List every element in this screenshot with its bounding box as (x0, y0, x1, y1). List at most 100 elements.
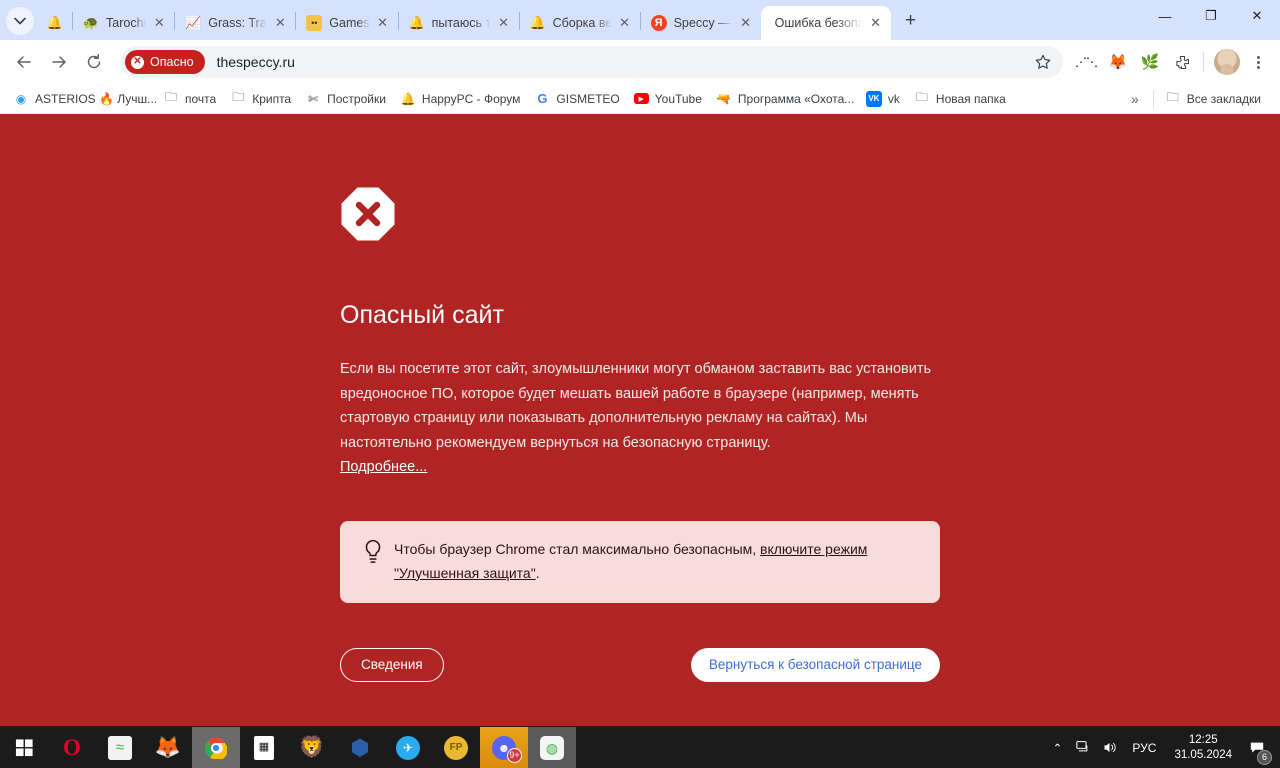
maximize-button[interactable]: ❐ (1188, 0, 1234, 32)
forward-button[interactable] (43, 46, 75, 78)
green-app-icon[interactable]: ◍ (528, 726, 576, 768)
details-button[interactable]: Сведения (340, 647, 444, 682)
bookmark-novaya-papka[interactable]: 🗀 Новая папка (907, 87, 1013, 111)
monitor-network-icon (1076, 741, 1088, 752)
bookmark-postroyki[interactable]: ✄ Постройки (298, 87, 393, 111)
tab-strip: 🔔 🐢 Tarochi ✕ 📈 Grass: Track Y ✕ •• Game… (0, 0, 1280, 40)
firefox-icon[interactable]: 🦊 (144, 727, 192, 768)
tab-games[interactable]: •• Games ✕ (296, 6, 397, 40)
bookmark-programma-ohota[interactable]: 🔫 Программа «Охота... (709, 87, 859, 111)
bookmark-asterios[interactable]: ◉ ASTERIOS 🔥 Лучш... (6, 87, 156, 111)
avatar[interactable] (1214, 49, 1240, 75)
toolbar-divider (1203, 52, 1204, 72)
extension-dots-icon[interactable]: ⋰⋱ (1071, 47, 1101, 77)
bookmark-star-button[interactable] (1027, 46, 1059, 78)
arrow-right-icon (52, 56, 66, 68)
minimize-button[interactable]: — (1142, 0, 1188, 32)
security-interstitial: Опасный сайт Если вы посетите этот сайт,… (340, 186, 940, 682)
page-body-text: Если вы посетите этот сайт, злоумышленни… (340, 361, 932, 451)
brave-icon[interactable]: 🦁 (288, 727, 336, 768)
address-bar[interactable]: ✕ Опасно thespeccy.ru (121, 46, 1063, 78)
tip-text: Чтобы браузер Chrome стал максимально бе… (394, 537, 922, 585)
chevron-down-icon (14, 17, 26, 25)
tip-text-after: . (535, 564, 540, 581)
tab-oshibka-bezopasnosti[interactable]: Ошибка безопас ✕ (760, 6, 891, 40)
bookmark-kripta[interactable]: 🗀 Крипта (223, 87, 298, 111)
tab-tarochi[interactable]: 🐢 Tarochi ✕ (73, 6, 174, 40)
tab-grass-track[interactable]: 📈 Grass: Track Y ✕ (175, 6, 295, 40)
telegram-icon[interactable]: ✈ (384, 727, 432, 768)
notification-center-button[interactable]: 6 (1240, 727, 1274, 768)
browser-menu-button[interactable] (1244, 47, 1272, 77)
metamask-icon[interactable]: 🦊 (1103, 47, 1133, 77)
interstitial-buttons: Сведения Вернуться к безопасной странице (340, 647, 940, 682)
stop-octagon-x-icon (341, 187, 395, 241)
bookmark-pochta[interactable]: 🗀 почта (156, 87, 223, 111)
close-window-button[interactable]: ✕ (1234, 0, 1280, 32)
tab-close-button[interactable]: ✕ (374, 14, 392, 32)
url-text: thespeccy.ru (216, 54, 295, 70)
opera-icon[interactable]: O (48, 727, 96, 768)
green-chart-icon: 📈 (185, 15, 202, 31)
security-badge-label: Опасно (150, 55, 194, 69)
back-button[interactable] (8, 46, 40, 78)
yellow-face-icon: •• (306, 15, 323, 31)
system-tray: ⌃ РУС 12:25 31.05.2024 6 (1044, 727, 1280, 768)
folder-icon: 🗀 (232, 90, 245, 104)
tab-close-button[interactable]: ✕ (867, 14, 885, 32)
tab-search-button[interactable] (6, 7, 34, 35)
bookmark-vk[interactable]: VK vk (859, 87, 907, 111)
tab-sborka-veka[interactable]: 🔔 Сборка века ✕ (520, 6, 640, 40)
reload-icon (87, 53, 101, 69)
new-tab-button[interactable]: + (897, 7, 925, 35)
blue-bell-icon: 🔔 (46, 15, 64, 31)
kebab-dot (1256, 65, 1260, 69)
chevron-up-icon[interactable]: ⌃ (1044, 727, 1070, 768)
close-circle-icon: ✕ (131, 55, 144, 69)
clock-time: 12:25 (1188, 733, 1218, 746)
vk-icon: VK (865, 90, 882, 107)
kebab-dot (1256, 55, 1260, 59)
bookmarks-bar: ◉ ASTERIOS 🔥 Лучш... 🗀 почта 🗀 Крипта ✄ … (0, 84, 1280, 114)
puzzle-extension-icon[interactable] (1167, 47, 1197, 77)
tab-speccy[interactable]: Я Speccy — Ян ✕ (641, 6, 761, 40)
folder-icon: 🗀 (164, 90, 177, 104)
tab-pytayus[interactable]: 🔔 пытаюсь тем ✕ (399, 6, 519, 40)
bookmark-youtube[interactable]: ▶ YouTube (627, 87, 709, 111)
bookmark-gismeteo[interactable]: G GISMETEO (527, 87, 626, 111)
folder-icon: 🗀 (1166, 90, 1179, 104)
cube-app-icon[interactable]: ⬢ (336, 727, 384, 768)
network-icon[interactable] (1070, 727, 1096, 768)
bookmark-happypc[interactable]: 🔔 HappyPC - Форум (393, 87, 527, 111)
tab-close-button[interactable]: ✕ (616, 14, 634, 32)
language-indicator[interactable]: РУС (1122, 741, 1166, 755)
discord-icon[interactable]: ☻ 9+ (480, 726, 528, 768)
clock[interactable]: 12:25 31.05.2024 (1166, 733, 1240, 763)
green-extension-icon[interactable]: 🌿 (1135, 47, 1165, 77)
tab-close-button[interactable]: ✕ (737, 14, 755, 32)
all-bookmarks-button[interactable]: 🗀 Все закладки (1158, 87, 1268, 111)
page-content: Опасный сайт Если вы посетите этот сайт,… (0, 114, 1280, 726)
calculator-icon[interactable]: ▦ (240, 727, 288, 768)
tab-close-button[interactable]: ✕ (495, 14, 513, 32)
pinned-tab[interactable]: 🔔 (38, 6, 72, 40)
enhanced-protection-tip: Чтобы браузер Chrome стал максимально бе… (340, 520, 940, 603)
wifi-app-icon[interactable]: ≈ (96, 727, 144, 768)
start-button[interactable] (0, 727, 48, 768)
details-link[interactable]: Подробнее... (340, 459, 427, 475)
chrome-icon[interactable] (192, 726, 240, 768)
tab-title: Grass: Track Y (208, 16, 267, 30)
fp-coin-icon[interactable]: FP (432, 727, 480, 768)
reload-button[interactable] (78, 46, 110, 78)
tab-title: Tarochi (106, 16, 147, 30)
security-badge-dangerous[interactable]: ✕ Опасно (125, 50, 205, 74)
tab-close-button[interactable]: ✕ (271, 14, 289, 32)
bookmark-label: HappyPC - Форум (421, 91, 521, 106)
yandex-icon: Я (650, 15, 667, 31)
volume-icon[interactable] (1096, 727, 1122, 768)
chrome-logo-icon (205, 737, 227, 759)
bookmarks-overflow-button[interactable]: » (1121, 91, 1149, 107)
back-to-safety-button[interactable]: Вернуться к безопасной странице (690, 647, 940, 682)
bookmark-label: почта (185, 91, 217, 106)
tab-close-button[interactable]: ✕ (150, 14, 168, 32)
